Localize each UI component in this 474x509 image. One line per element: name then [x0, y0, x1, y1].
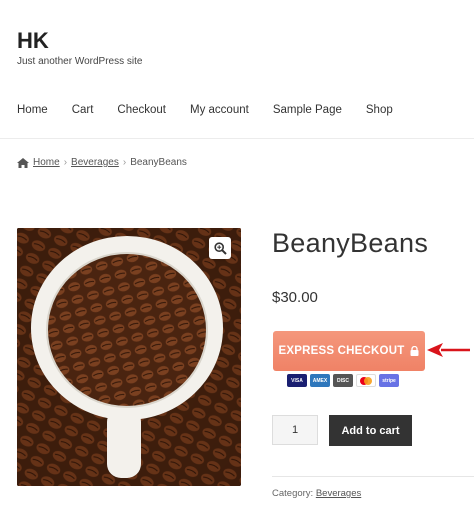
coffee-beans-image — [17, 228, 241, 486]
nav-item-sample-page[interactable]: Sample Page — [273, 104, 342, 116]
payment-card-icons: VISA AMEX DISC stripe — [287, 374, 399, 387]
breadcrumb-category-link[interactable]: Beverages — [71, 157, 119, 168]
category-label: Category: — [272, 488, 314, 499]
nav-item-my-account[interactable]: My account — [190, 104, 249, 116]
nav-item-cart[interactable]: Cart — [72, 104, 94, 116]
product-price: $30.00 — [272, 289, 318, 306]
express-checkout-label: EXPRESS CHECKOUT — [278, 345, 405, 357]
category-link[interactable]: Beverages — [316, 488, 361, 499]
product-title: BeanyBeans — [272, 228, 429, 258]
zoom-button[interactable] — [209, 237, 231, 259]
discover-icon: DISC — [333, 374, 353, 387]
mastercard-icon — [356, 374, 376, 387]
breadcrumb-separator: › — [63, 157, 68, 168]
home-icon — [17, 157, 29, 168]
amex-icon: AMEX — [310, 374, 330, 387]
add-to-cart-button[interactable]: Add to cart — [329, 415, 412, 446]
site-title[interactable]: HK — [17, 28, 49, 54]
site-tagline: Just another WordPress site — [17, 56, 143, 67]
quantity-input[interactable]: 1 — [272, 415, 318, 445]
breadcrumb-home-link[interactable]: Home — [33, 157, 60, 168]
breadcrumb: Home › Beverages › BeanyBeans — [17, 157, 187, 168]
zoom-icon — [213, 241, 227, 255]
express-checkout-button[interactable]: EXPRESS CHECKOUT — [273, 331, 425, 371]
breadcrumb-separator: › — [122, 157, 127, 168]
nav-divider — [0, 138, 474, 139]
nav-item-checkout[interactable]: Checkout — [117, 104, 166, 116]
visa-icon: VISA — [287, 374, 307, 387]
breadcrumb-current: BeanyBeans — [130, 157, 187, 168]
nav-item-shop[interactable]: Shop — [366, 104, 393, 116]
arrow-left-icon — [427, 343, 470, 357]
lock-icon — [410, 346, 419, 356]
product-image[interactable] — [17, 228, 241, 486]
main-navigation: Home Cart Checkout My account Sample Pag… — [17, 104, 393, 116]
product-category: Category: Beverages — [272, 488, 361, 499]
meta-divider — [272, 476, 474, 477]
stripe-icon: stripe — [379, 374, 399, 387]
nav-item-home[interactable]: Home — [17, 104, 48, 116]
